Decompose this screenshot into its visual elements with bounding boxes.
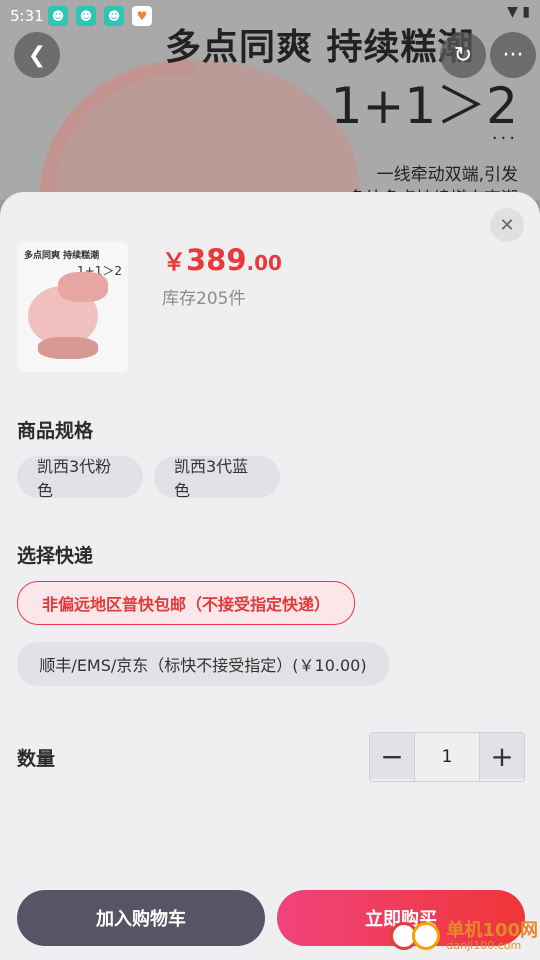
sku-sheet: ✕ 多点同爽 持续糕潮 1+1＞2 ￥389.00 库存205件 商品规格 凯西… — [0, 192, 540, 960]
share-button[interactable]: ↻ — [440, 32, 486, 78]
app-notification-icon: ☻ — [76, 6, 96, 26]
hero-dots: ··· — [491, 128, 518, 149]
stock-count: 库存205件 — [162, 289, 246, 309]
plus-icon: + — [490, 739, 514, 773]
close-button[interactable]: ✕ — [490, 208, 524, 242]
minus-icon: − — [380, 739, 404, 773]
spec-option-pink[interactable]: 凯西3代粉色 — [17, 456, 143, 500]
quantity-label: 数量 — [17, 748, 56, 770]
product-thumbnail: 多点同爽 持续糕潮 1+1＞2 — [18, 242, 128, 372]
thumb-shape — [38, 337, 98, 359]
watermark-name: 单机100网 — [446, 919, 538, 941]
status-time: 5:31 — [10, 7, 44, 25]
add-to-cart-button[interactable]: 加入购物车 — [17, 890, 265, 946]
price-integer: 389 — [186, 243, 247, 277]
plus-button[interactable]: + — [480, 733, 524, 779]
close-icon: ✕ — [499, 214, 515, 236]
shipping-option-express[interactable]: 顺丰/EMS/京东（标快不接受指定）(￥10.00) — [17, 642, 389, 686]
hero-subtitle-1: 一线牵动双端,引发 — [376, 165, 518, 185]
watermark: 单机100网 danji100.com — [390, 920, 538, 952]
product-image-shape — [40, 60, 360, 200]
hero-formula: 1+1＞2 — [330, 77, 518, 135]
app-notification-icon: ☻ — [104, 6, 124, 26]
spec-title: 商品规格 — [17, 420, 94, 442]
signal-battery-icon: ▼ ▮ — [507, 4, 530, 20]
watermark-logo — [390, 920, 442, 952]
more-button[interactable]: ··· — [490, 32, 536, 78]
quantity-input[interactable]: 1 — [414, 733, 480, 781]
back-button[interactable]: ❮ — [14, 32, 60, 78]
spec-option-blue[interactable]: 凯西3代蓝色 — [154, 456, 280, 500]
share-icon: ↻ — [453, 42, 473, 68]
thumb-title: 多点同爽 持续糕潮 — [24, 251, 100, 261]
shipping-option-standard[interactable]: 非偏远地区普快包邮（不接受指定快递） — [17, 581, 355, 625]
heart-app-icon: ♥ — [132, 6, 152, 26]
shipping-title: 选择快递 — [17, 545, 94, 567]
price-currency: ￥ — [162, 248, 186, 276]
thumb-shape — [58, 272, 108, 302]
watermark-url: danji100.com — [446, 938, 522, 952]
price: ￥389.00 — [162, 242, 282, 277]
chevron-left-icon: ❮ — [27, 42, 47, 68]
price-decimal: .00 — [246, 251, 282, 275]
minus-button[interactable]: − — [370, 733, 414, 779]
quantity-stepper: − 1 + — [369, 732, 525, 782]
more-icon: ··· — [502, 42, 524, 68]
status-bar: 5:31 ☻ ☻ ☻ ♥ ▼ ▮ — [0, 0, 540, 32]
app-notification-icon: ☻ — [48, 6, 68, 26]
